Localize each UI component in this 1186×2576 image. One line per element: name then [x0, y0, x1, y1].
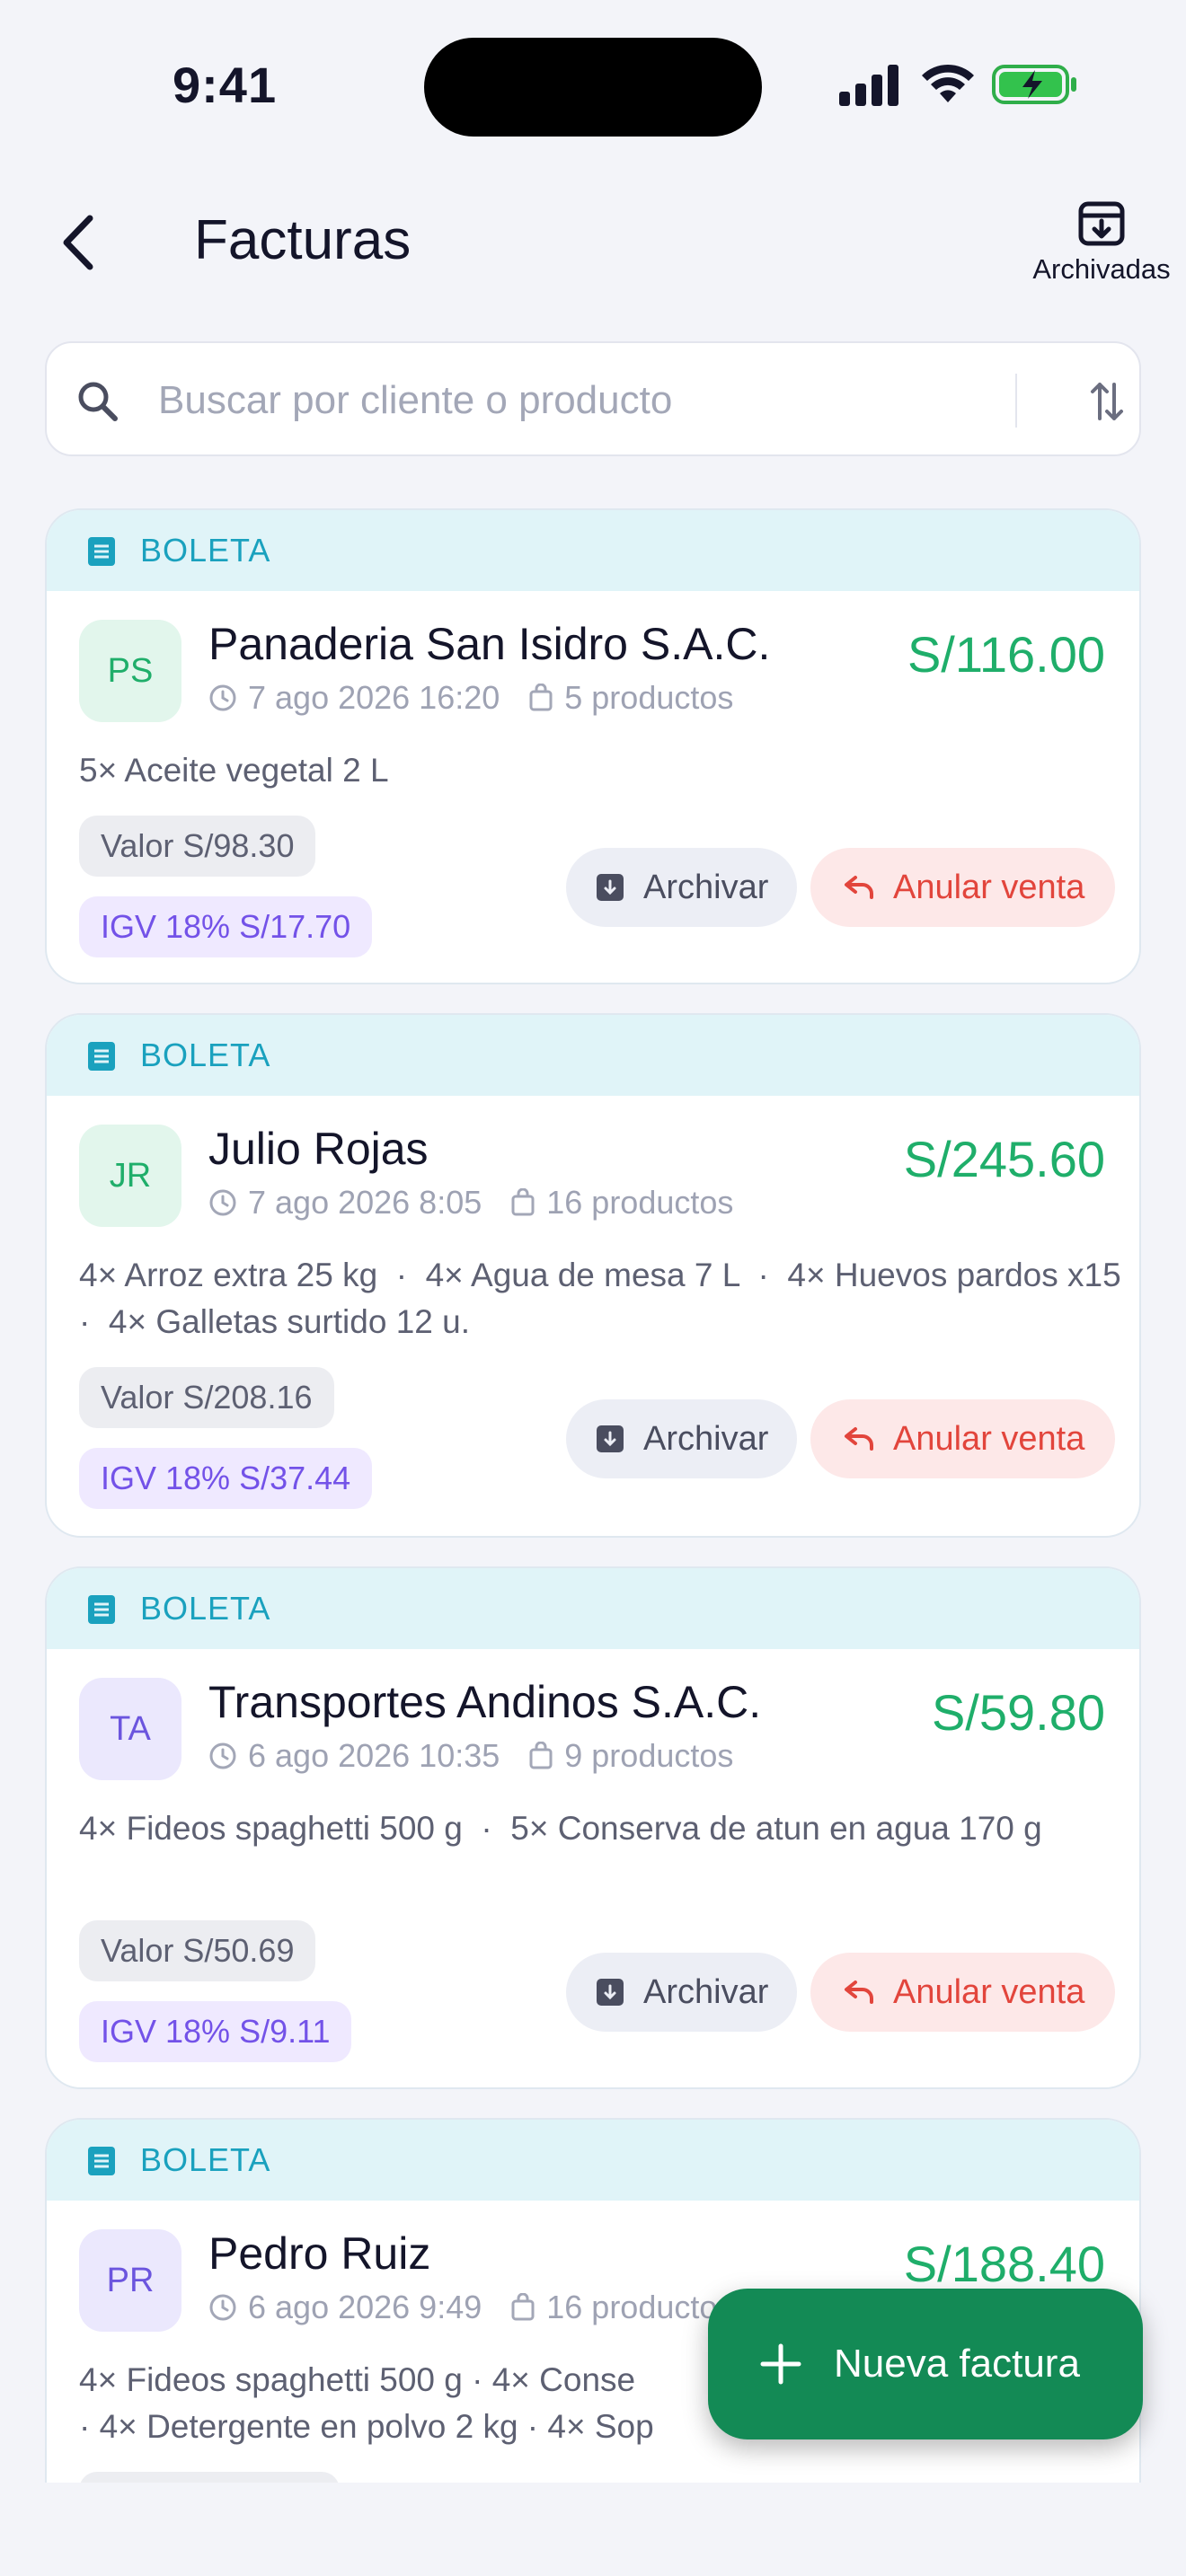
invoice-card[interactable]: BOLETA TA Transportes Andinos S.A.C. S/5… [45, 1566, 1141, 2089]
avatar: TA [79, 1678, 181, 1780]
invoice-total: S/245.60 [903, 1131, 1105, 1187]
archive-icon [597, 874, 624, 901]
invoice-date: 7 ago 2026 16:20 [248, 679, 500, 716]
bag-icon [511, 2293, 535, 2321]
plus-icon [760, 2343, 801, 2385]
status-bar: 9:41 [0, 0, 1186, 171]
igv-chip: IGV 18% S/9.11 [79, 2001, 352, 2062]
wifi-icon [922, 64, 974, 102]
value-chip: Valor S/98.30 [79, 816, 316, 877]
battery-charging-icon [992, 65, 1076, 104]
search-bar[interactable] [45, 341, 1141, 456]
clock-icon [209, 1189, 236, 1216]
avatar: PR [79, 2229, 181, 2332]
invoice-card[interactable]: BOLETA JR Julio Rojas S/245.60 7 ago 202… [45, 1013, 1141, 1538]
bag-icon [511, 1188, 535, 1216]
card-header: BOLETA [47, 1015, 1139, 1096]
invoice-date: 6 ago 2026 9:49 [248, 2289, 482, 2325]
clock-icon [209, 1742, 236, 1769]
archive-icon [597, 1979, 624, 2006]
product-count: 9 productos [564, 1737, 734, 1774]
receipt-icon [88, 537, 115, 566]
invoice-total: S/188.40 [903, 2236, 1105, 2292]
search-input[interactable] [158, 370, 1030, 431]
product-count: 16 productos [546, 1184, 734, 1221]
sort-icon[interactable] [1089, 379, 1125, 424]
void-sale-button[interactable]: Anular venta [810, 848, 1116, 927]
archive-icon [597, 1425, 624, 1452]
new-invoice-label: Nueva factura [834, 2342, 1080, 2386]
invoice-card[interactable]: BOLETA PS Panaderia San Isidro S.A.C. S/… [45, 508, 1141, 984]
search-icon [78, 382, 118, 421]
bag-icon [529, 1742, 553, 1769]
receipt-icon [88, 2147, 115, 2175]
item-summary: 5× Aceite vegetal 2 L [79, 752, 389, 789]
igv-chip: IGV 18% S/17.70 [79, 896, 373, 957]
client-name: Panaderia San Isidro S.A.C. [208, 619, 771, 669]
void-sale-button[interactable]: Anular venta [810, 1399, 1116, 1478]
new-invoice-button[interactable]: Nueva factura [708, 2289, 1143, 2439]
card-header: BOLETA [47, 510, 1139, 591]
archived-button[interactable]: Archivadas [1021, 199, 1182, 298]
doc-type-label: BOLETA [140, 1037, 271, 1073]
back-button[interactable] [50, 210, 104, 275]
bottom-safe-area [0, 2483, 1186, 2576]
receipt-icon [88, 1042, 115, 1071]
page-title: Facturas [194, 209, 412, 271]
undo-icon [845, 876, 873, 899]
card-header: BOLETA [47, 1568, 1139, 1649]
avatar: PS [79, 620, 181, 722]
archive-button[interactable]: Archivar [566, 1399, 798, 1478]
card-header: BOLETA [47, 2120, 1139, 2201]
value-chip: Valor S/50.69 [79, 1920, 316, 1981]
cellular-signal-icon [839, 65, 898, 106]
archive-button[interactable]: Archivar [566, 1953, 798, 2032]
doc-type-label: BOLETA [140, 1590, 271, 1627]
client-name: Pedro Ruiz [208, 2228, 431, 2279]
invoice-meta: 7 ago 2026 8:05 16 productos [208, 1184, 733, 1222]
product-count: 5 productos [564, 679, 734, 716]
undo-icon [845, 1981, 873, 2004]
archive-box-icon [1078, 201, 1125, 246]
clock-icon [209, 2294, 236, 2321]
archive-button[interactable]: Archivar [566, 848, 798, 927]
invoice-total: S/116.00 [907, 626, 1105, 683]
avatar: JR [79, 1125, 181, 1227]
clock-icon [209, 684, 236, 711]
chevron-left-icon [63, 215, 93, 270]
bag-icon [529, 684, 553, 711]
invoice-date: 7 ago 2026 8:05 [248, 1184, 482, 1221]
invoice-total: S/59.80 [931, 1684, 1105, 1741]
invoice-meta: 6 ago 2026 9:49 16 productos [208, 2289, 733, 2326]
status-time: 9:41 [173, 57, 278, 113]
client-name: Transportes Andinos S.A.C. [208, 1677, 762, 1727]
product-count: 16 productos [546, 2289, 734, 2325]
search-divider [1015, 374, 1017, 428]
value-chip: Valor S/208.16 [79, 1367, 334, 1428]
undo-icon [845, 1427, 873, 1451]
item-summary: 4× Arroz extra 25 kg · 4× Agua de mesa 7… [79, 1257, 1140, 1340]
client-name: Julio Rojas [208, 1124, 429, 1174]
void-sale-button[interactable]: Anular venta [810, 1953, 1116, 2032]
item-summary: 4× Fideos spaghetti 500 g · 5× Conserva … [79, 1810, 1042, 1847]
invoice-meta: 7 ago 2026 16:20 5 productos [208, 679, 733, 717]
invoice-date: 6 ago 2026 10:35 [248, 1737, 500, 1774]
dynamic-island [424, 38, 762, 137]
igv-chip: IGV 18% S/37.44 [79, 1448, 373, 1509]
receipt-icon [88, 1595, 115, 1624]
invoice-meta: 6 ago 2026 10:35 9 productos [208, 1737, 733, 1775]
doc-type-label: BOLETA [140, 2141, 271, 2178]
archived-label: Archivadas [1032, 253, 1171, 285]
doc-type-label: BOLETA [140, 532, 271, 569]
